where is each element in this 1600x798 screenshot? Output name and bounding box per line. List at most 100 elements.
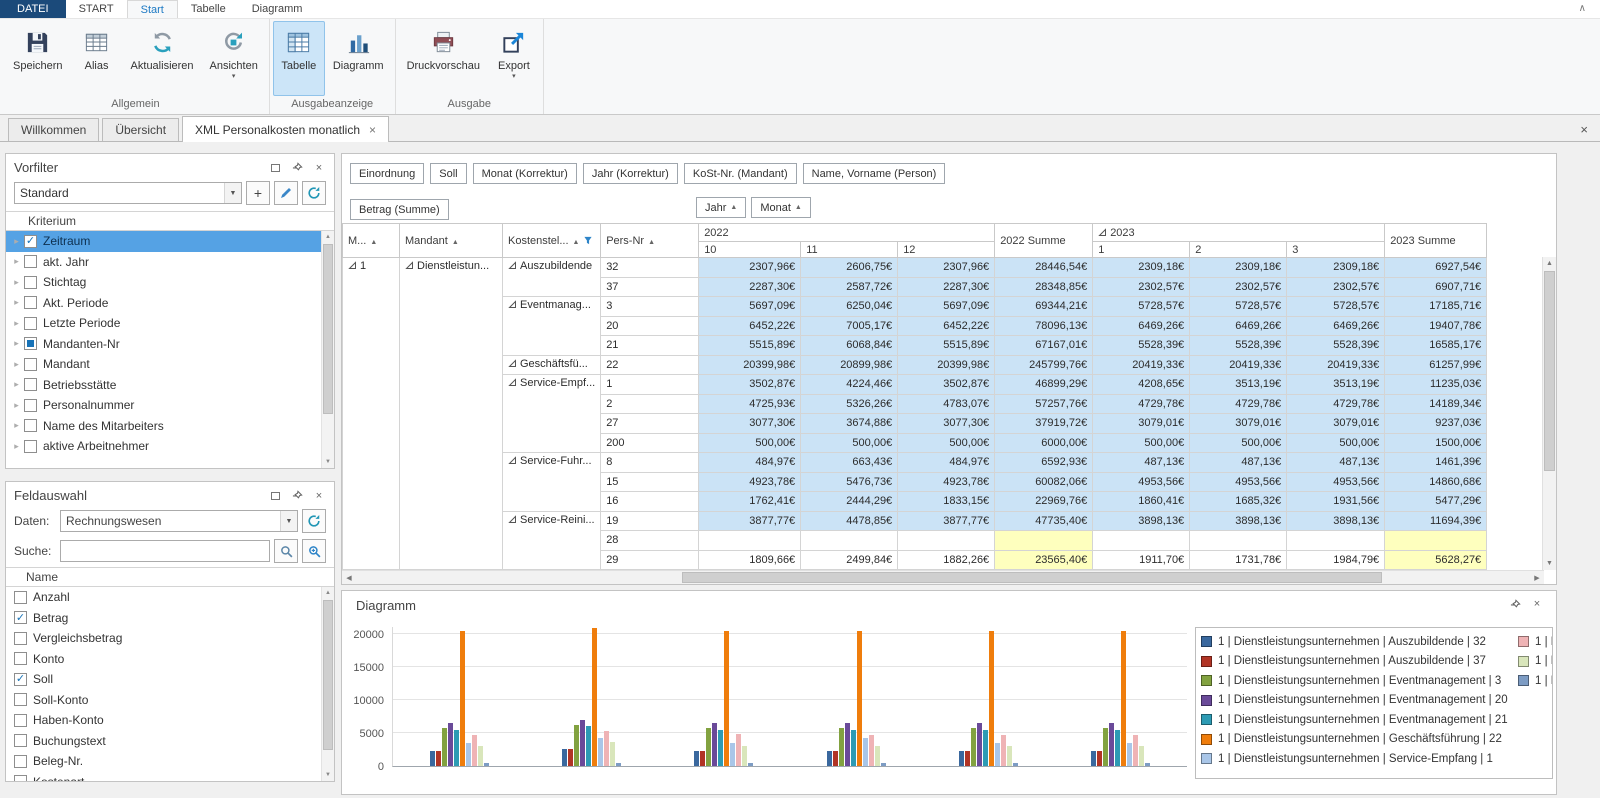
pivot-column-header[interactable]: 10 (699, 242, 801, 258)
add-filter-button[interactable]: + (246, 181, 270, 205)
chart-bar[interactable] (977, 723, 982, 766)
checkbox[interactable] (24, 255, 37, 268)
pivot-column-header[interactable]: 11 (801, 242, 898, 258)
pivot-pers-nr-cell[interactable]: 2 (601, 394, 699, 414)
pivot-m-group-cell[interactable]: 1 (343, 258, 400, 570)
chart-bar[interactable] (989, 631, 994, 766)
expand-triangle-icon[interactable] (348, 261, 357, 270)
feldauswahl-item[interactable]: Buchungstext (6, 731, 321, 752)
pivot-column-group-header[interactable]: 2023 (1093, 224, 1385, 242)
pivot-value-cell[interactable]: 3077,30€ (699, 414, 801, 434)
diagramm-button[interactable]: Diagramm (325, 21, 392, 96)
chart-bar[interactable] (610, 742, 615, 766)
doc-tab-uebersicht[interactable]: Übersicht (102, 118, 179, 141)
scroll-up-icon[interactable]: ▲ (322, 231, 334, 243)
pivot-kostenstelle-group-cell[interactable]: Service-Reini... (503, 511, 601, 570)
alias-button[interactable]: Alias (71, 21, 123, 96)
chart-bar[interactable] (592, 628, 597, 766)
pivot-filter-field-chip[interactable]: Soll (430, 163, 466, 184)
pivot-value-cell[interactable] (699, 531, 801, 551)
pivot-value-cell[interactable]: 2302,57€ (1190, 277, 1287, 297)
pivot-pers-nr-cell[interactable]: 15 (601, 472, 699, 492)
vorfilter-item[interactable]: ▸Personalnummer (6, 395, 321, 416)
pivot-value-cell[interactable]: 11235,03€ (1385, 375, 1487, 395)
checkbox[interactable] (24, 317, 37, 330)
pivot-value-cell[interactable]: 6250,04€ (801, 297, 898, 317)
feldauswahl-item[interactable]: Betrag (6, 608, 321, 629)
pivot-value-cell[interactable]: 46899,29€ (995, 375, 1093, 395)
pivot-row-area-header[interactable]: Kostenstel...▲ (503, 224, 601, 258)
chart-bar[interactable] (1127, 743, 1132, 766)
pivot-value-cell[interactable]: 5728,57€ (1287, 297, 1385, 317)
expand-arrow-icon[interactable]: ▸ (9, 256, 24, 267)
pivot-row-area-header[interactable]: Mandant▲ (400, 224, 503, 258)
vorfilter-item[interactable]: ▸Akt. Periode (6, 293, 321, 314)
vorfilter-item[interactable]: ▸akt. Jahr (6, 252, 321, 273)
pivot-sum-column-header[interactable]: 2022 Summe (995, 224, 1093, 258)
chart-bar[interactable] (748, 763, 753, 766)
chart-bar[interactable] (700, 751, 705, 766)
pivot-value-cell[interactable]: 14189,34€ (1385, 394, 1487, 414)
pin-icon[interactable] (1508, 598, 1522, 610)
pivot-value-cell[interactable]: 4923,78€ (898, 472, 995, 492)
pivot-value-cell[interactable]: 2309,18€ (1287, 258, 1385, 278)
pivot-value-cell[interactable]: 4953,56€ (1190, 472, 1287, 492)
chart-bar[interactable] (466, 743, 471, 766)
search-advanced-button[interactable] (302, 539, 326, 563)
close-icon[interactable]: × (369, 125, 376, 135)
checkbox[interactable] (14, 632, 27, 645)
checkbox[interactable] (24, 378, 37, 391)
pivot-pers-nr-cell[interactable]: 27 (601, 414, 699, 434)
scroll-right-icon[interactable]: ▶ (1530, 571, 1544, 584)
pivot-value-cell[interactable]: 6469,26€ (1287, 316, 1385, 336)
pivot-value-cell[interactable]: 6592,93€ (995, 453, 1093, 473)
scroll-down-icon[interactable]: ▼ (1543, 557, 1556, 570)
expand-arrow-icon[interactable]: ▸ (9, 359, 24, 370)
pivot-value-cell[interactable]: 69344,21€ (995, 297, 1093, 317)
legend-entry[interactable]: 1 | Dienstleistungsunternehmen | Auszubi… (1201, 632, 1516, 652)
feldauswahl-scrollbar[interactable]: ▲ ▼ (321, 587, 334, 781)
expand-triangle-icon[interactable] (508, 261, 517, 270)
pivot-value-cell[interactable] (1287, 531, 1385, 551)
pivot-value-cell[interactable]: 2302,57€ (1093, 277, 1190, 297)
pivot-column-header[interactable]: 12 (898, 242, 995, 258)
pivot-value-cell[interactable]: 60082,06€ (995, 472, 1093, 492)
pivot-value-cell[interactable] (1190, 531, 1287, 551)
close-icon[interactable]: × (1580, 122, 1588, 137)
ribbon-collapse-icon[interactable]: ∧ (1579, 3, 1586, 14)
pin-icon[interactable] (290, 162, 304, 174)
pivot-value-cell[interactable] (1385, 531, 1487, 551)
legend-entry[interactable]: 1 | Dienstleistungsunternehmen | Eventma… (1201, 691, 1516, 711)
pin-icon[interactable] (290, 490, 304, 502)
checkbox[interactable] (24, 440, 37, 453)
chart-bar[interactable] (604, 731, 609, 766)
vorfilter-item[interactable]: ▸Mandanten-Nr (6, 334, 321, 355)
chart-bar[interactable] (845, 723, 850, 766)
scrollbar-thumb[interactable] (1544, 271, 1555, 471)
chart-bar[interactable] (959, 751, 964, 766)
chart-bar[interactable] (484, 763, 489, 766)
vorfilter-item[interactable]: ▸Zeitraum (6, 231, 321, 252)
chart-bar[interactable] (442, 728, 447, 766)
pivot-column-group-header[interactable]: 2022 (699, 224, 995, 242)
chart-bar[interactable] (1007, 746, 1012, 766)
expand-arrow-icon[interactable]: ▸ (9, 236, 24, 247)
pivot-value-cell[interactable]: 5515,89€ (898, 336, 995, 356)
pivot-value-cell[interactable]: 4953,56€ (1287, 472, 1385, 492)
pivot-value-cell[interactable]: 487,13€ (1093, 453, 1190, 473)
pivot-value-cell[interactable]: 37919,72€ (995, 414, 1093, 434)
pivot-value-cell[interactable]: 500,00€ (1190, 433, 1287, 453)
expand-triangle-icon[interactable] (405, 261, 414, 270)
feldauswahl-item[interactable]: Beleg-Nr. (6, 751, 321, 772)
pivot-value-cell[interactable]: 4224,46€ (801, 375, 898, 395)
pivot-value-cell[interactable]: 5728,57€ (1190, 297, 1287, 317)
chart-bar[interactable] (568, 749, 573, 766)
pivot-value-cell[interactable]: 4923,78€ (699, 472, 801, 492)
chart-bar[interactable] (881, 763, 886, 766)
pivot-value-cell[interactable]: 20419,33€ (1190, 355, 1287, 375)
pivot-value-cell[interactable]: 78096,13€ (995, 316, 1093, 336)
refresh-filter-button[interactable] (302, 181, 326, 205)
pivot-value-cell[interactable]: 1731,78€ (1190, 550, 1287, 570)
chart-bar[interactable] (1109, 723, 1114, 766)
pivot-value-cell[interactable]: 2309,18€ (1190, 258, 1287, 278)
